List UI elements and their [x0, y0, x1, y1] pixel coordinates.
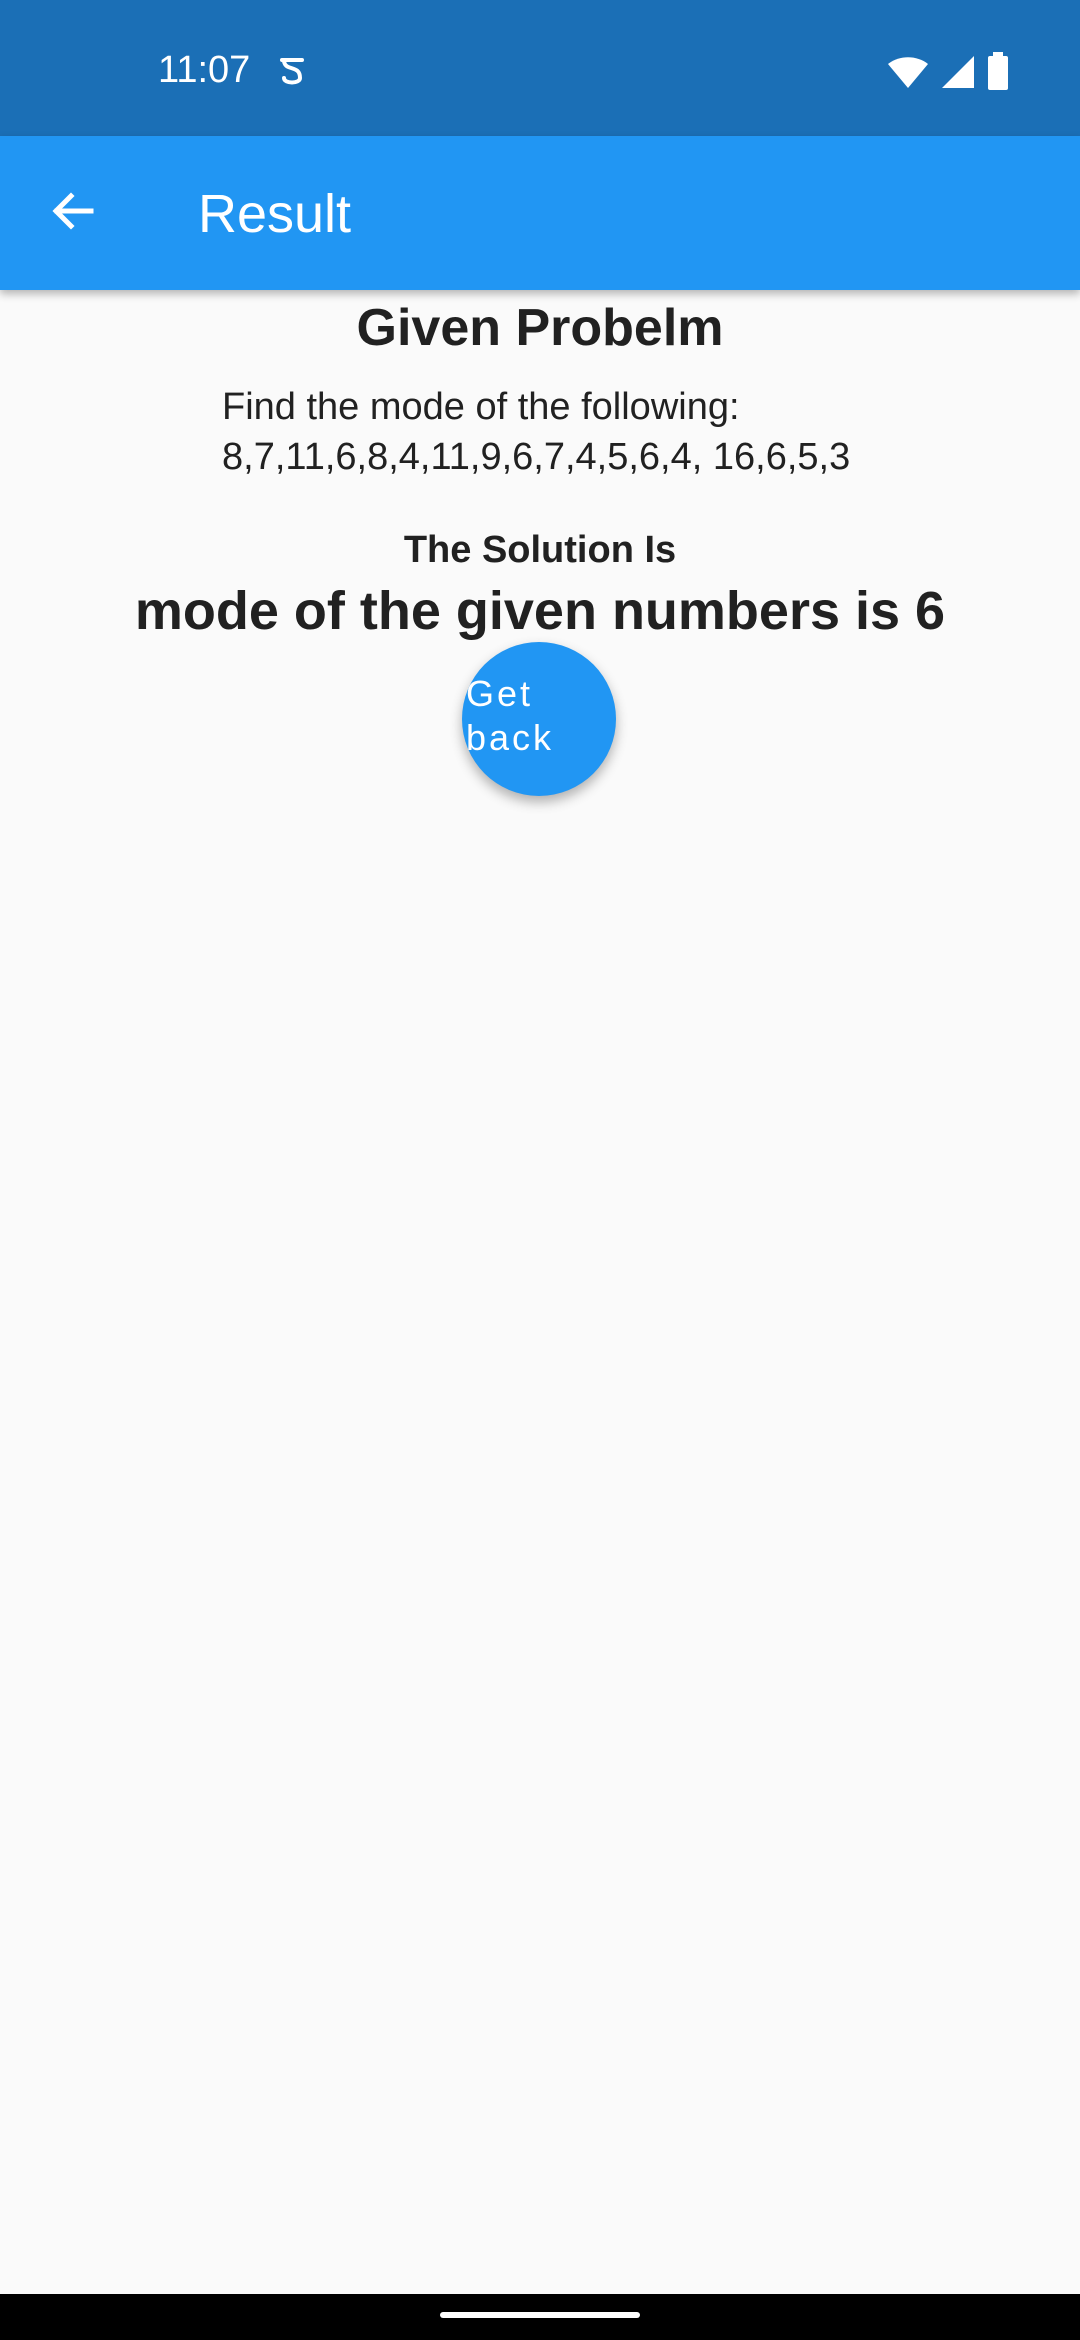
status-time: 11:07	[158, 49, 251, 91]
app-bar: Result	[0, 136, 1080, 290]
status-bar: 11:07	[0, 0, 1080, 136]
get-back-button[interactable]: Get back	[462, 642, 616, 796]
status-icons	[886, 52, 1010, 97]
solution-answer: mode of the given numbers is 6	[134, 581, 946, 641]
back-button[interactable]	[34, 174, 112, 252]
app-bar-title: Result	[198, 184, 352, 244]
wifi-icon	[886, 54, 930, 95]
home-gesture-handle[interactable]	[440, 2312, 640, 2318]
navigation-bar	[0, 2294, 1080, 2340]
notification-s-icon	[272, 50, 312, 90]
problem-heading: Given Probelm	[356, 299, 724, 357]
solution-heading: The Solution Is	[403, 529, 677, 571]
problem-text: Find the mode of the following: 8,7,11,6…	[222, 386, 851, 478]
battery-icon	[986, 52, 1010, 97]
arrow-left-icon	[49, 187, 97, 240]
get-back-label: Get back	[466, 673, 555, 758]
signal-icon	[940, 54, 976, 95]
